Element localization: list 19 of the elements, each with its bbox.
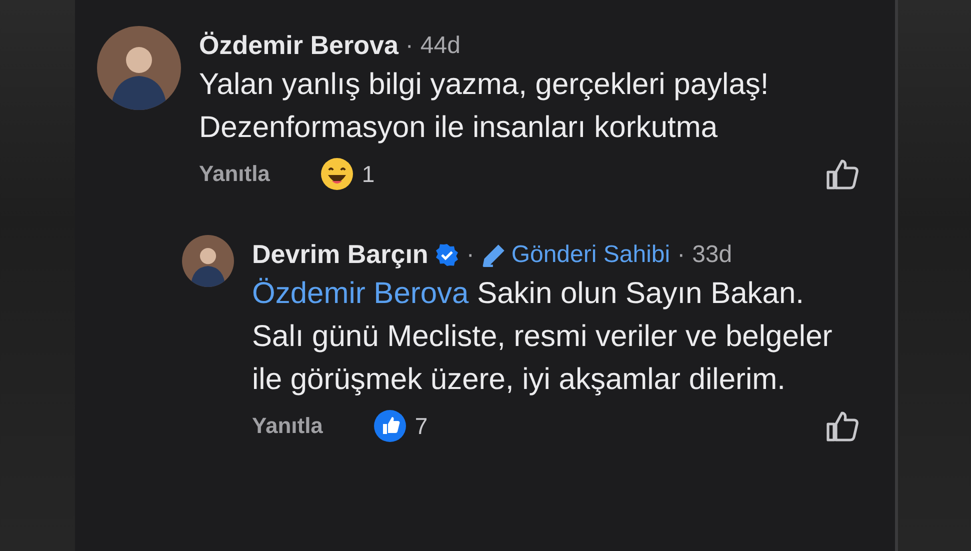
like-button[interactable] <box>825 157 861 191</box>
author-badge-label: Gönderi Sahibi <box>511 240 670 268</box>
reaction-count: 1 <box>362 160 375 188</box>
avatar[interactable] <box>182 235 234 287</box>
comment-time: 44d <box>420 32 460 60</box>
comment-text: Özdemir Berova Sakin olun Sayın Bakan. Salı günü Mecliste, resmi veriler ve belgeler ile görüşmek üzere, iyi akşamlar dilerim. <box>252 276 834 398</box>
author-name[interactable]: Devrim Barçın <box>252 239 428 270</box>
author-name[interactable]: Özdemir Berova <box>199 30 398 61</box>
mention-link[interactable]: Özdemir Berova <box>252 277 469 310</box>
like-button[interactable] <box>825 409 861 443</box>
comment-time: 33d <box>692 240 732 268</box>
separator-dot: · <box>677 240 686 268</box>
separator-dot: · <box>466 240 474 268</box>
comment-text: Yalan yanlış bilgi yazma, gerçekleri paylaş! Dezenformasyon ile insanları korkutma <box>199 67 770 146</box>
reply-link[interactable]: Yanıtla <box>199 161 270 187</box>
reply-link[interactable]: Yanıtla <box>252 413 323 439</box>
reaction-count: 7 <box>414 412 428 440</box>
separator-dot: · <box>405 32 414 60</box>
pencil-icon <box>481 242 508 268</box>
